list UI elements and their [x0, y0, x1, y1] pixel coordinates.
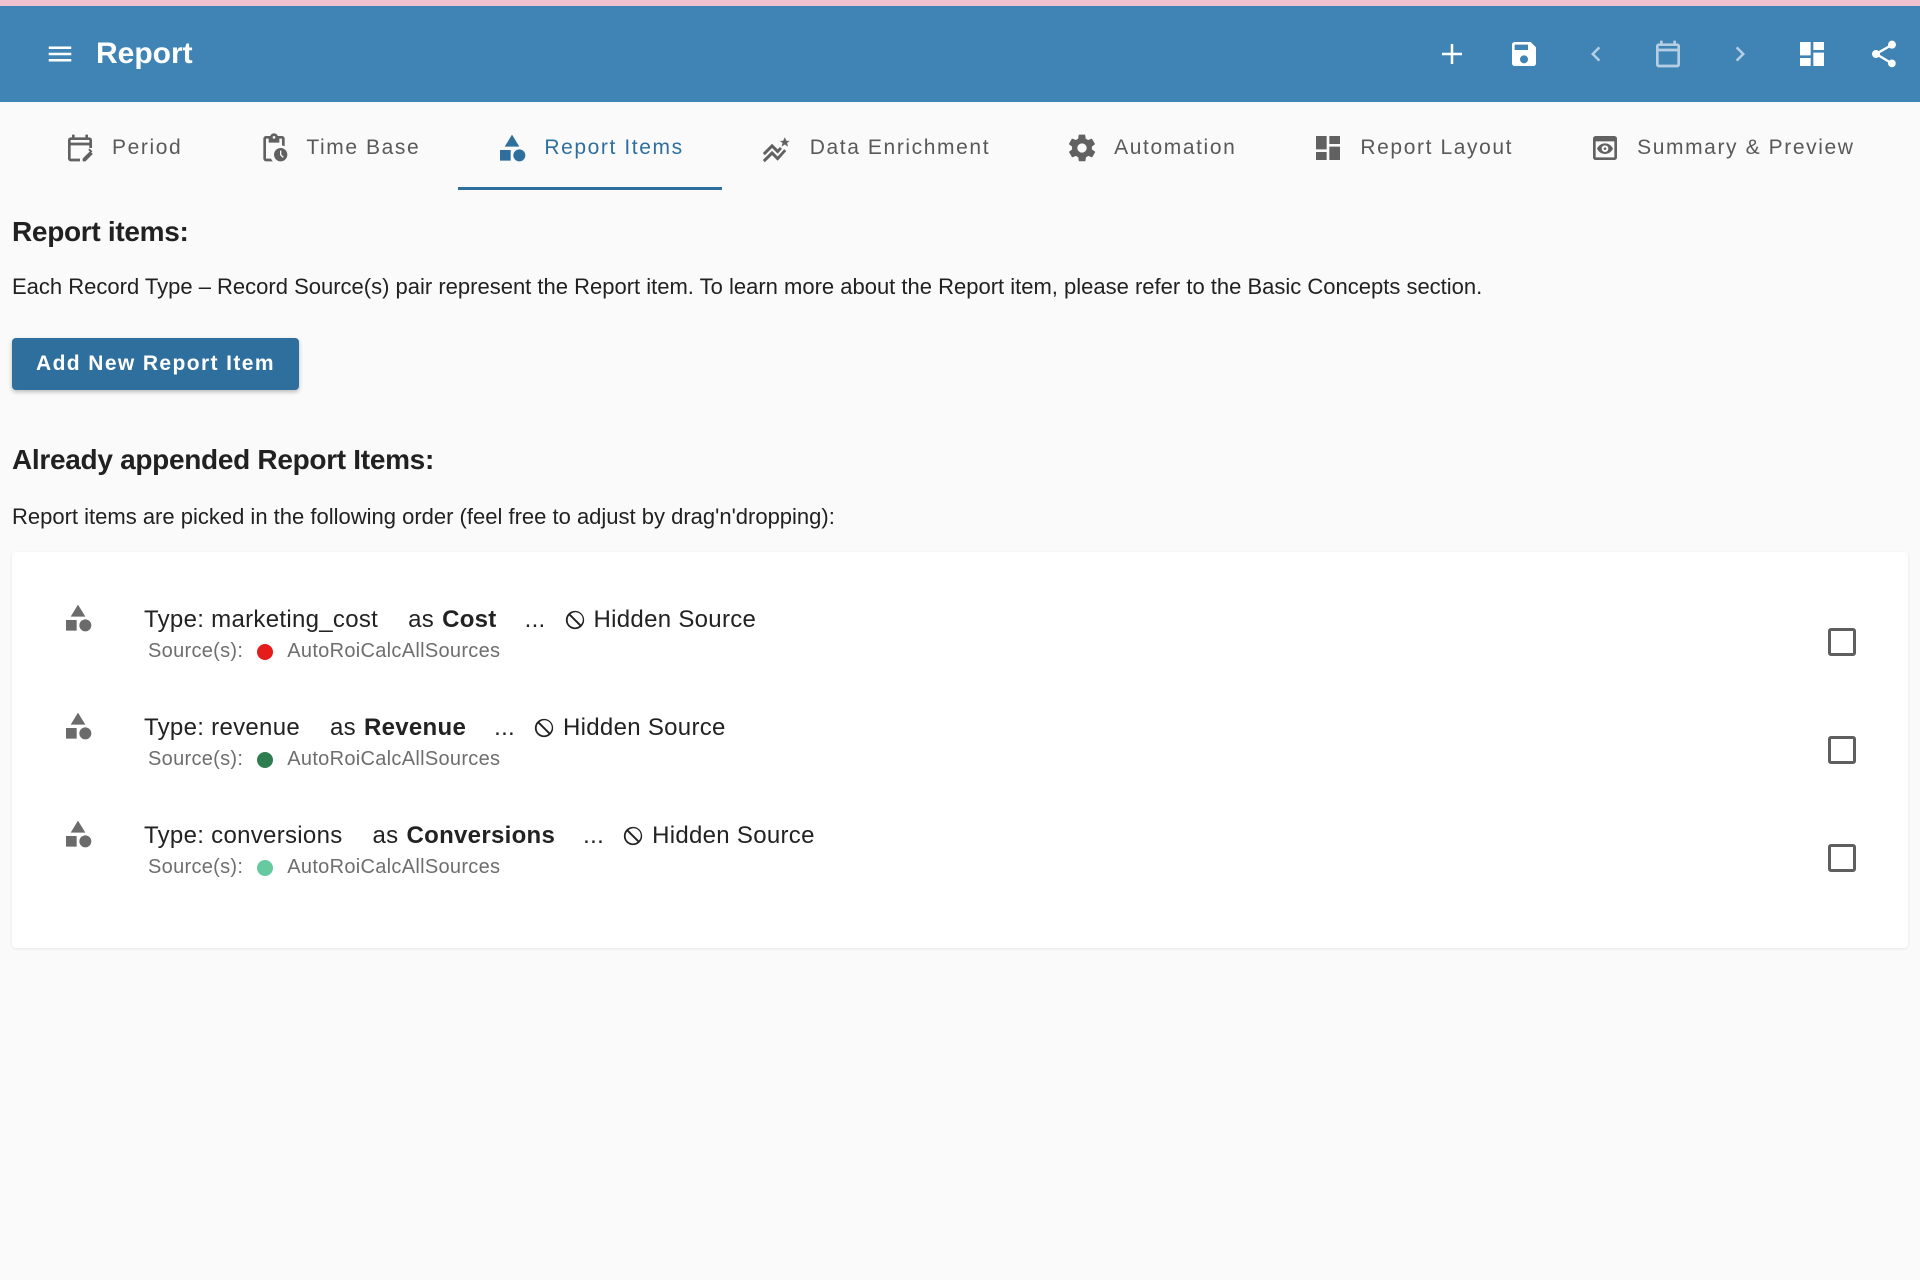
menu-icon[interactable]	[40, 34, 80, 74]
dashboard-icon	[1800, 42, 1824, 66]
tab-label: Report Layout	[1360, 136, 1514, 159]
tab-report-layout[interactable]: Report Layout	[1274, 102, 1551, 194]
app-title: Report	[96, 37, 193, 70]
next-period-button[interactable]	[1704, 18, 1776, 90]
dashboard-button[interactable]	[1776, 18, 1848, 90]
hidden-source-label: Hidden Source	[593, 606, 757, 633]
save-button[interactable]	[1488, 18, 1560, 90]
source-color-dot	[257, 643, 274, 660]
list-item[interactable]: Type: conversions as Conversions ... Hid…	[12, 806, 1908, 914]
appended-items-heading: Already appended Report Items:	[12, 444, 434, 475]
sources-label: Source(s):	[148, 856, 244, 878]
gear-icon	[1069, 134, 1096, 162]
tab-label: Automation	[1114, 136, 1237, 159]
item-alias: Cost	[442, 606, 497, 633]
item-more: ...	[583, 822, 605, 849]
save-icon	[1512, 42, 1536, 66]
preview-eye-icon	[1593, 136, 1618, 160]
edit-calendar-icon	[68, 134, 93, 162]
share-icon	[1872, 40, 1896, 68]
tab-label: Report Items	[544, 136, 684, 159]
sources-label: Source(s):	[148, 748, 244, 770]
list-item[interactable]: Type: marketing_cost as Cost ... Hidden …	[12, 590, 1908, 698]
item-type: Type: revenue	[144, 714, 300, 741]
calendar-button[interactable]	[1632, 18, 1704, 90]
item-alias: Conversions	[406, 822, 556, 849]
item-type: Type: marketing_cost	[144, 606, 379, 633]
dashboard-icon	[1316, 136, 1341, 160]
tab-label: Time Base	[306, 136, 421, 159]
item-more: ...	[494, 714, 516, 741]
sources-label: Source(s):	[148, 640, 244, 662]
share-button[interactable]	[1848, 18, 1920, 90]
item-as: as	[372, 822, 399, 849]
previous-period-button[interactable]	[1560, 18, 1632, 90]
app-bar-actions	[1416, 6, 1920, 102]
visibility-off-icon	[564, 609, 586, 631]
hidden-source-label: Hidden Source	[563, 714, 726, 741]
source-color-dot	[257, 751, 274, 768]
tab-label: Summary & Preview	[1637, 136, 1855, 159]
clipboard-clock-icon	[263, 133, 288, 162]
item-checkbox[interactable]	[1828, 628, 1856, 656]
item-as: as	[330, 714, 356, 741]
source-name: AutoRoiCalcAllSources	[287, 640, 501, 662]
wizard-tabs: Period Time Base Report Items Data Enric…	[0, 102, 1920, 194]
hidden-source-label: Hidden Source	[652, 822, 815, 849]
add-icon	[1442, 44, 1462, 64]
tab-period[interactable]: Period	[26, 102, 220, 194]
visibility-off-icon	[622, 825, 644, 847]
tab-summary-preview[interactable]: Summary & Preview	[1551, 102, 1892, 194]
item-as: as	[408, 606, 435, 633]
item-checkbox[interactable]	[1828, 736, 1856, 764]
category-shapes-icon	[66, 604, 92, 632]
category-shapes-icon	[66, 820, 92, 848]
item-type: Type: conversions	[144, 822, 343, 849]
chevron-left-icon	[1591, 46, 1601, 62]
source-name: AutoRoiCalcAllSources	[287, 748, 501, 770]
chevron-right-icon	[1735, 46, 1745, 62]
tab-time-base[interactable]: Time Base	[220, 102, 458, 194]
tab-automation[interactable]: Automation	[1028, 102, 1274, 194]
add-button[interactable]	[1416, 18, 1488, 90]
item-alias: Revenue	[363, 714, 467, 741]
appended-items-description: Report items are picked in the following…	[12, 504, 835, 529]
calendar-icon	[1656, 40, 1680, 68]
item-checkbox[interactable]	[1828, 844, 1856, 872]
source-color-dot	[257, 859, 274, 876]
source-name: AutoRoiCalcAllSources	[287, 856, 501, 878]
tab-report-items[interactable]: Report Items	[458, 102, 723, 194]
tab-label: Data Enrichment	[809, 136, 991, 159]
add-new-report-item-button[interactable]: Add New Report Item	[12, 338, 299, 390]
item-more: ...	[524, 606, 546, 633]
visibility-off-icon	[533, 717, 555, 739]
main-content: Report items: Each Record Type – Record …	[0, 216, 1920, 948]
report-items-description: Each Record Type – Record Source(s) pair…	[12, 274, 1483, 299]
report-items-list: Type: marketing_cost as Cost ... Hidden …	[12, 552, 1908, 948]
category-shapes-icon	[66, 712, 92, 740]
tab-data-enrichment[interactable]: Data Enrichment	[722, 102, 1028, 194]
app-bar: Report	[0, 6, 1920, 102]
trend-sparkle-icon	[762, 137, 790, 163]
tab-label: Period	[112, 136, 183, 159]
report-items-heading: Report items:	[12, 216, 189, 247]
list-item[interactable]: Type: revenue as Revenue ... Hidden Sour…	[12, 698, 1908, 806]
category-shapes-icon	[500, 134, 526, 162]
